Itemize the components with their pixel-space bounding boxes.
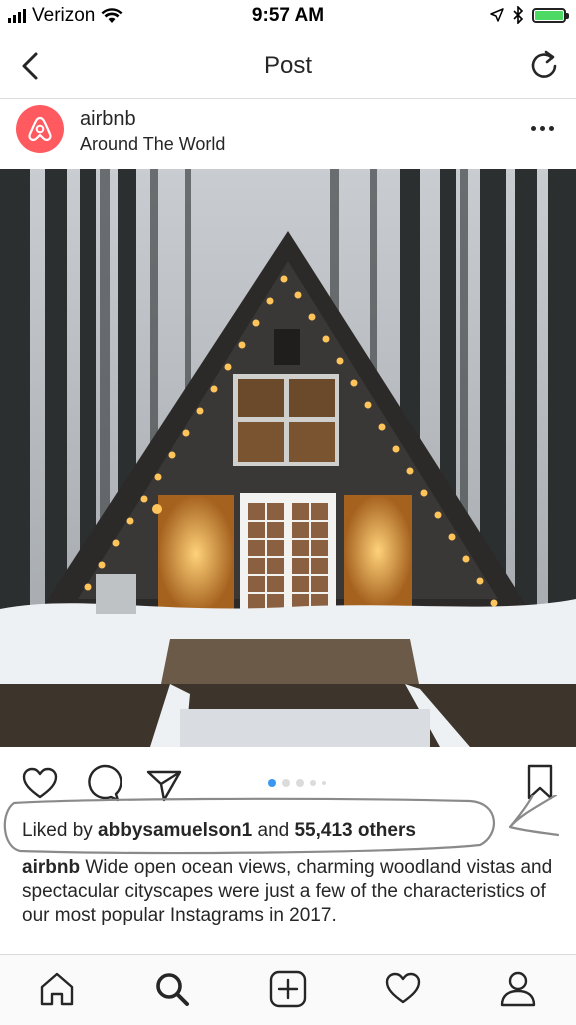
airbnb-logo-icon xyxy=(28,116,52,141)
bookmark-icon[interactable] xyxy=(520,762,560,802)
add-icon[interactable] xyxy=(268,969,308,1009)
nav-bar: Post xyxy=(0,34,576,99)
profile-icon[interactable] xyxy=(498,969,538,1009)
carousel-dot xyxy=(322,781,326,785)
comment-icon[interactable] xyxy=(82,764,122,804)
activity-heart-icon[interactable] xyxy=(383,969,423,1009)
likes-middle: and xyxy=(252,820,295,841)
more-options-icon[interactable] xyxy=(528,119,556,137)
page-title: Post xyxy=(263,52,313,79)
post-location[interactable]: Around The World xyxy=(80,134,225,155)
carousel-dot xyxy=(282,779,290,787)
likes-prefix: Liked by xyxy=(22,820,99,841)
caption-username[interactable]: airbnb xyxy=(22,857,80,878)
heart-icon[interactable] xyxy=(20,764,60,804)
carousel-dot xyxy=(268,779,276,787)
bluetooth-icon xyxy=(513,6,524,24)
likes-summary[interactable]: Liked by abbysamuelson1 and 55,413 other… xyxy=(22,820,416,842)
search-icon[interactable] xyxy=(152,969,192,1009)
carousel-dot xyxy=(296,779,304,787)
status-right xyxy=(490,6,569,24)
share-icon[interactable] xyxy=(144,764,184,804)
avatar[interactable] xyxy=(16,105,64,153)
post-image[interactable] xyxy=(0,169,576,747)
carousel-indicator xyxy=(268,779,326,787)
caption-text: Wide open ocean views, charming woodland… xyxy=(22,857,553,926)
liked-by-user[interactable]: abbysamuelson1 xyxy=(98,820,252,841)
home-icon[interactable] xyxy=(37,969,77,1009)
post-actions xyxy=(0,760,576,806)
tab-bar xyxy=(0,954,576,1025)
carousel-dot xyxy=(310,780,316,786)
post-username[interactable]: airbnb xyxy=(80,108,136,131)
post-caption: airbnb Wide open ocean views, charming w… xyxy=(22,856,558,928)
likes-count[interactable]: 55,413 others xyxy=(294,820,415,841)
status-bar: Verizon 9:57 AM xyxy=(0,0,576,34)
post-header: airbnb Around The World xyxy=(0,99,576,169)
battery-icon xyxy=(532,7,569,23)
a-frame-cabin-photo xyxy=(0,169,576,747)
refresh-icon[interactable] xyxy=(526,47,562,83)
location-arrow-icon xyxy=(490,8,504,22)
